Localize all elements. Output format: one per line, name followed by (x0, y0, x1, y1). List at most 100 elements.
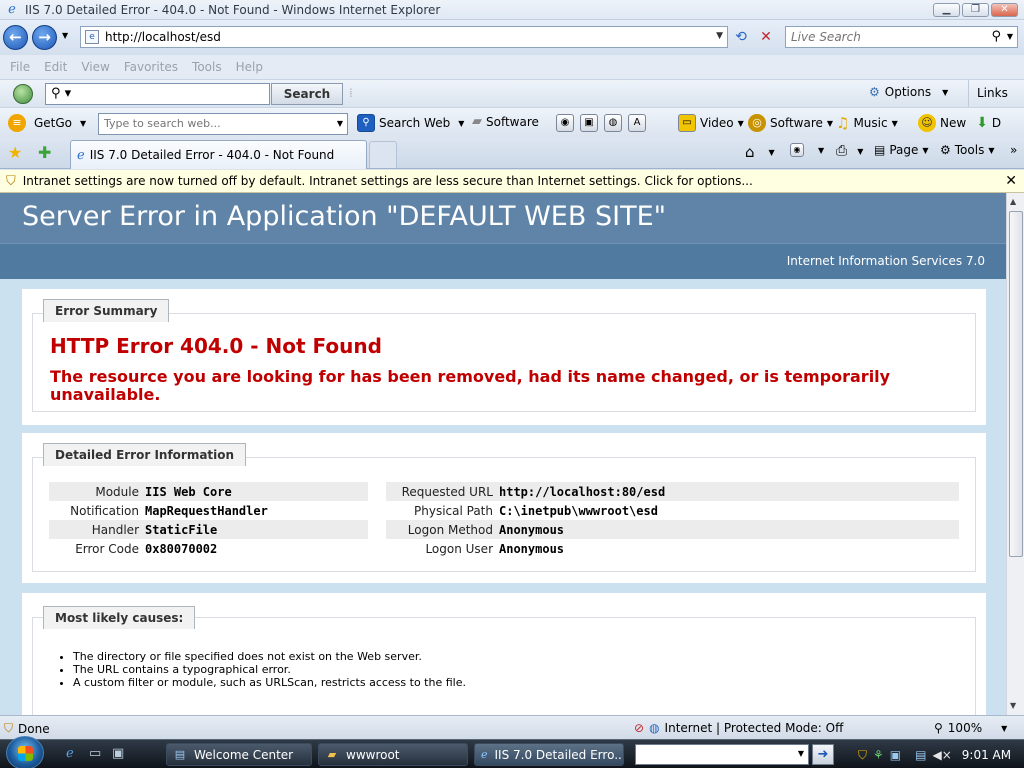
getgo-toolbar: ≡ GetGo ▼ ▼ ⚲ Search Web ▼ ▰ Software ◉ … (0, 107, 1024, 137)
menu-edit[interactable]: Edit (44, 60, 67, 74)
search-icon[interactable]: ⚲ (991, 29, 1001, 44)
live-search-input[interactable] (791, 30, 991, 44)
status-left: ⛉ Done (4, 721, 50, 736)
switch-windows-icon[interactable]: ▣ (112, 746, 124, 761)
ie-window: ℯ IIS 7.0 Detailed Error - 404.0 - Not F… (0, 0, 1024, 768)
chevron-down-icon: ▼ (818, 145, 825, 155)
maximize-button[interactable]: ❐ (962, 3, 989, 17)
scroll-down-icon[interactable]: ▼ (1010, 701, 1016, 710)
getgo-button[interactable]: ≡ GetGo ▼ (8, 114, 86, 132)
rss-icon[interactable]: ◉ (556, 114, 574, 132)
volume-muted-icon[interactable]: ◀× (932, 748, 951, 762)
back-button[interactable]: ← (3, 25, 28, 50)
taskbar-item-ie[interactable]: ℯ IIS 7.0 Detailed Erro... (474, 743, 624, 766)
taskbar-search-input[interactable]: ▼ (635, 744, 809, 765)
live-search-box[interactable]: ⚲ ▼ (785, 26, 1018, 48)
network-activity-icon[interactable]: ⚘ (873, 748, 884, 762)
menu-tools[interactable]: Tools (192, 60, 222, 74)
scrollbar-thumb[interactable] (1009, 211, 1023, 557)
search-toolbar: ⚲ ▾ Search ⁞ ⚙ Options ▼ Links (0, 79, 1024, 107)
forward-button[interactable]: → (32, 25, 57, 50)
zoom-control[interactable]: ⚲ 100% ▼ (934, 721, 1007, 735)
detailed-error-box: Module IIS Web Core Notification MapRequ… (32, 457, 976, 572)
scroll-up-icon[interactable]: ▲ (1010, 197, 1016, 206)
network-icon[interactable]: ▤ (915, 748, 926, 762)
detail-value: MapRequestHandler (145, 503, 268, 518)
start-button[interactable] (6, 736, 44, 768)
taskbar-item-welcome-center[interactable]: ▤ Welcome Center (166, 743, 312, 766)
address-dropdown-icon[interactable]: ▼ (716, 31, 723, 41)
address-bar[interactable]: e ▼ (80, 26, 728, 48)
video-button[interactable]: ▭ Video ▼ (678, 114, 744, 132)
tab-active[interactable]: ℯ IIS 7.0 Detailed Error - 404.0 - Not F… (70, 140, 367, 169)
world-icon[interactable]: ◍ (604, 114, 622, 132)
close-infobar-icon[interactable]: ✕ (1005, 173, 1017, 189)
taskbar-item-wwwroot[interactable]: ▰ wwwroot (318, 743, 468, 766)
minimize-button[interactable]: ▁ (933, 3, 960, 17)
music-label: Music (853, 116, 888, 130)
web-search-input[interactable] (104, 117, 332, 130)
shield-icon: ⛉ (6, 173, 16, 189)
font-icon[interactable]: A (628, 114, 646, 132)
software-menu-button[interactable]: ◎ Software ▼ (748, 114, 833, 132)
detail-value: Anonymous (499, 541, 565, 556)
software-link[interactable]: ▰ Software (472, 114, 539, 129)
address-input[interactable] (105, 30, 715, 44)
menu-help[interactable]: Help (236, 60, 263, 74)
new-tab-button[interactable] (369, 141, 397, 168)
close-button[interactable]: ✕ (991, 3, 1018, 17)
globe-icon[interactable] (13, 84, 33, 104)
tools-menu-button[interactable]: ⚙ Tools ▼ (940, 143, 994, 157)
taskbar-item-label: IIS 7.0 Detailed Erro... (494, 747, 624, 762)
home-button[interactable]: ⌂ ▼ (745, 143, 775, 161)
stop-icon[interactable]: ✕ (754, 26, 778, 48)
search-web-label: Search Web (379, 116, 451, 130)
feeds-button[interactable]: ◉ ▼ (790, 143, 824, 157)
detail-value: Anonymous (499, 522, 565, 537)
history-dropdown-icon[interactable]: ▼ (62, 31, 68, 40)
refresh-icon[interactable]: ⟲ (729, 26, 753, 48)
navigation-bar: ← → ▼ e ▼ ⟲ ✕ ⚲ ▼ (0, 20, 1024, 55)
security-zone[interactable]: ⊘ ◍ Internet | Protected Mode: Off (634, 721, 843, 735)
links-button[interactable]: Links (968, 80, 1008, 107)
ie-page-icon: ℯ (77, 147, 85, 163)
taskbar-go-button[interactable]: ➜ (812, 744, 834, 765)
information-bar[interactable]: ⛉ Intranet settings are now turned off b… (0, 170, 1024, 193)
search-web-button[interactable]: ⚲ Search Web ▼ (357, 114, 464, 132)
add-favorites-icon[interactable]: ✚ (38, 143, 51, 162)
clock[interactable]: 9:01 AM (962, 748, 1011, 762)
detail-key: Notification (70, 503, 139, 518)
detail-value: C:\inetpub\wwwroot\esd (499, 503, 658, 518)
chevron-right-icon[interactable]: » (1010, 143, 1017, 157)
search-dropdown-icon[interactable]: ▼ (1007, 32, 1013, 41)
toolbar-search-input[interactable]: ⚲ ▾ (45, 83, 270, 105)
page-menu-label: Page (889, 143, 919, 157)
menu-favorites[interactable]: Favorites (124, 60, 178, 74)
chevron-down-icon[interactable]: ▼ (337, 119, 343, 128)
menu-file[interactable]: File (10, 60, 30, 74)
chevron-down-icon: ▼ (80, 118, 87, 128)
chevron-down-icon: ▼ (857, 146, 864, 156)
video-camera-icon[interactable]: ▣ (580, 114, 598, 132)
tools-menu-label: Tools (954, 143, 985, 157)
chevron-down-icon: ▼ (768, 147, 775, 157)
toolbar-grip-icon[interactable]: ⁞ (349, 86, 353, 100)
favorites-center-icon[interactable]: ★ (8, 143, 22, 162)
menu-view[interactable]: View (81, 60, 109, 74)
display-icon[interactable]: ▣ (890, 748, 901, 762)
vertical-scrollbar[interactable]: ▲ ▼ (1006, 193, 1024, 715)
print-button[interactable]: ⎙ ▼ (836, 143, 863, 159)
page-menu-button[interactable]: ▤ Page ▼ (874, 143, 929, 157)
ie-quicklaunch-icon[interactable]: ℯ (66, 746, 74, 761)
error-summary-legend: Error Summary (43, 299, 170, 322)
options-button[interactable]: ⚙ Options ▼ (869, 85, 948, 99)
search-button[interactable]: Search (271, 83, 343, 105)
new-button[interactable]: ☺ New ⬇ D (918, 114, 1001, 132)
music-button[interactable]: ♫ Music ▼ (836, 114, 898, 132)
folder-icon: ▰ (327, 747, 337, 761)
web-search-box[interactable]: ▼ (98, 113, 348, 135)
chevron-down-icon[interactable]: ▼ (798, 749, 804, 758)
show-desktop-icon[interactable]: ▭ (89, 746, 101, 761)
shield-warning-icon[interactable]: ⛉ (858, 748, 867, 763)
chevron-down-icon: ▼ (737, 118, 744, 128)
